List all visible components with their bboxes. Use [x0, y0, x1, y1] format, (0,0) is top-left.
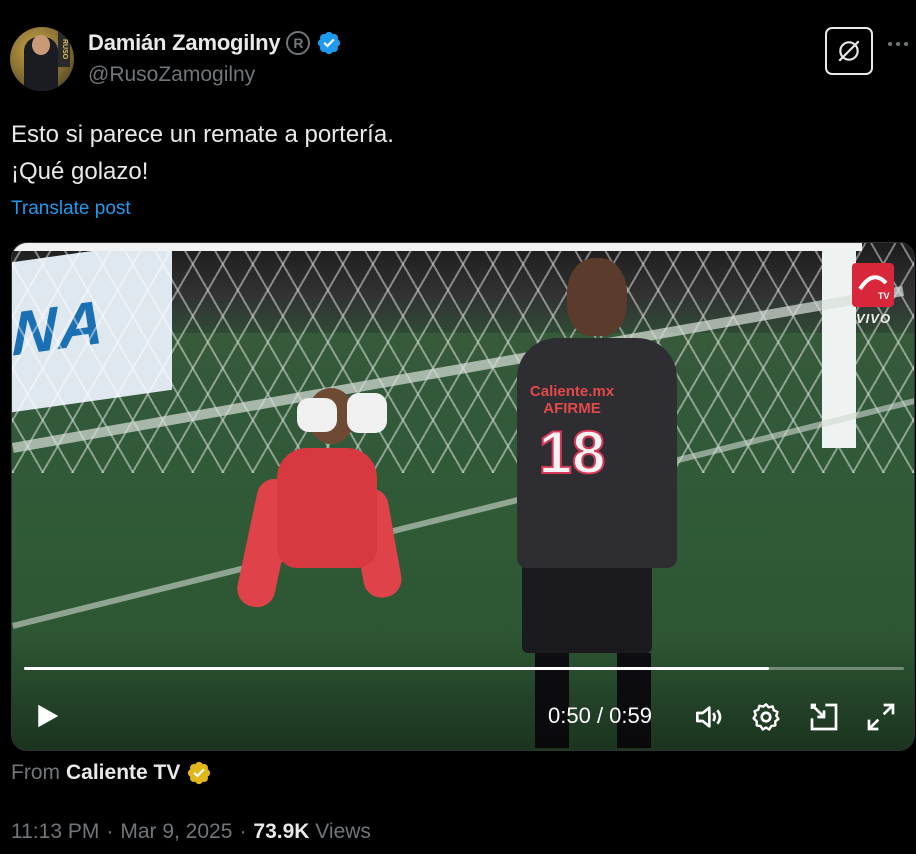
- svg-text:TV: TV: [878, 291, 890, 301]
- registered-icon: R: [286, 31, 311, 55]
- meta-separator: ·: [106, 820, 114, 843]
- picture-in-picture-icon[interactable]: [808, 701, 840, 733]
- goalkeeper: [217, 378, 437, 638]
- volume-icon[interactable]: [692, 701, 724, 733]
- settings-gear-icon[interactable]: [750, 701, 782, 733]
- views-label: Views: [315, 820, 371, 843]
- live-label: VIVO: [856, 311, 892, 326]
- avatar-tag: RUSO: [58, 31, 70, 67]
- grok-button[interactable]: [825, 27, 873, 75]
- tweet-date[interactable]: Mar 9, 2025: [120, 820, 232, 844]
- player-number: 18: [538, 418, 607, 487]
- more-options-icon[interactable]: [888, 39, 912, 49]
- goal-net: [12, 243, 914, 473]
- video-frame: NA Caliente.mx AFIRME 18 TV: [12, 243, 914, 750]
- tweet-meta: 11:13 PM · Mar 9, 2025 · 73.9K Views: [11, 820, 371, 844]
- author-name[interactable]: Damián Zamogilny: [88, 30, 281, 56]
- goal-crossbar: [12, 243, 862, 251]
- from-label: From: [11, 761, 60, 784]
- tweet-line-1: Esto si parece un remate a portería.: [11, 121, 394, 148]
- play-button[interactable]: [32, 701, 62, 731]
- translate-post-link[interactable]: Translate post: [11, 198, 131, 220]
- controls-scrim: [12, 640, 914, 750]
- author-name-row: Damián Zamogilny R: [88, 30, 342, 56]
- tweet-line-2: ¡Qué golazo!: [11, 158, 149, 185]
- progress-fill: [24, 667, 770, 670]
- grok-icon: [838, 40, 860, 62]
- source-attribution: From Caliente TV: [11, 760, 212, 786]
- source-name-link[interactable]: Caliente TV: [66, 761, 180, 785]
- channel-logo-icon: TV: [852, 263, 894, 307]
- player-sponsor: Caliente.mx AFIRME: [529, 383, 615, 417]
- views-count: 73.9K: [253, 820, 310, 843]
- time-separator: /: [590, 703, 610, 728]
- video-player[interactable]: NA Caliente.mx AFIRME 18 TV: [11, 242, 915, 751]
- current-time: 0:50: [548, 703, 591, 728]
- avatar-head: [32, 35, 50, 55]
- duration: 0:59: [609, 703, 652, 728]
- meta-separator: ·: [239, 820, 247, 843]
- time-display: 0:50 / 0:59: [548, 703, 652, 729]
- fullscreen-icon[interactable]: [865, 701, 897, 733]
- verified-badge-icon[interactable]: [316, 30, 342, 56]
- tweet-text: Esto si parece un remate a portería. ¡Qu…: [11, 116, 891, 190]
- tweet-header: RUSO Damián Zamogilny R @RusoZamogilny: [10, 27, 908, 93]
- avatar[interactable]: RUSO: [10, 27, 74, 91]
- tweet-time[interactable]: 11:13 PM: [11, 820, 99, 844]
- gold-verified-badge-icon: [188, 761, 211, 785]
- author-handle[interactable]: @RusoZamogilny: [88, 63, 255, 87]
- progress-bar[interactable]: [24, 667, 904, 670]
